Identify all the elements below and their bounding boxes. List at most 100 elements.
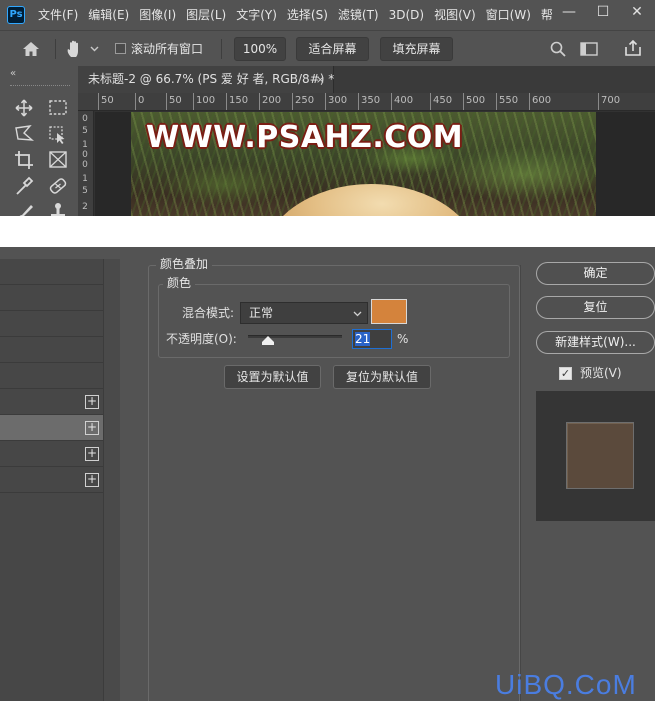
add-style-icon[interactable]: + (85, 447, 99, 461)
marquee-tool-icon[interactable] (44, 96, 72, 120)
options-separator (55, 39, 56, 59)
menu-file[interactable]: 文件(F) (38, 0, 78, 30)
list-item[interactable] (0, 285, 103, 311)
menu-view[interactable]: 视图(V) (434, 0, 476, 30)
options-bar: 滚动所有窗口 100% 适合屏幕 填充屏幕 (0, 30, 655, 66)
ruler-label: 1 (82, 140, 88, 150)
chevron-down-icon[interactable] (90, 46, 99, 52)
share-icon[interactable] (625, 40, 641, 56)
hand-tool-icon[interactable] (65, 39, 85, 59)
zoom-percent-button[interactable]: 100% (234, 37, 286, 61)
menu-type[interactable]: 文字(Y) (236, 0, 277, 30)
brush-tool-icon[interactable] (10, 200, 38, 216)
opacity-value: 21 (355, 332, 371, 346)
menu-items: 文件(F) 编辑(E) 图像(I) 图层(L) 文字(Y) 选择(S) 滤镜(T… (38, 0, 563, 30)
list-item[interactable]: + (0, 467, 103, 493)
add-style-icon[interactable]: + (85, 421, 99, 435)
color-group-title: 颜色 (163, 275, 196, 291)
vertical-ruler: 0 5 1 0 0 1 5 2 (78, 111, 94, 216)
menu-filter[interactable]: 滤镜(T) (338, 0, 379, 30)
set-default-button[interactable]: 设置为默认值 (224, 365, 321, 389)
list-item-selected[interactable]: + (0, 415, 103, 441)
panel-collapse-icon[interactable]: « (10, 68, 16, 79)
opacity-input[interactable]: 21 (352, 329, 392, 349)
ruler-label: 350 (358, 93, 380, 110)
menu-bar: Ps 文件(F) 编辑(E) 图像(I) 图层(L) 文字(Y) 选择(S) 滤… (0, 0, 655, 30)
list-item[interactable] (0, 311, 103, 337)
menu-window[interactable]: 窗口(W) (486, 0, 531, 30)
ruler-label: 450 (430, 93, 452, 110)
style-list: + + + + (0, 259, 103, 701)
fill-screen-button[interactable]: 填充屏幕 (380, 37, 453, 61)
photoshop-logo: Ps (7, 6, 25, 24)
workspace-icon[interactable] (580, 42, 598, 56)
rock-image (261, 184, 481, 216)
menu-select[interactable]: 选择(S) (287, 0, 328, 30)
list-item[interactable] (0, 363, 103, 389)
close-tab-icon[interactable]: × (316, 66, 325, 93)
ok-button[interactable]: 确定 (536, 262, 655, 285)
home-icon[interactable] (22, 41, 40, 57)
ruler-label: 250 (292, 93, 314, 110)
minimize-button[interactable]: — (552, 0, 586, 26)
layer-style-dialog: + + + + 颜色叠加 颜色 混合模式: 正常 不透明度(O): 21 % 设… (0, 247, 655, 701)
eyedropper-tool-icon[interactable] (10, 174, 38, 198)
healing-brush-tool-icon[interactable] (44, 174, 72, 198)
new-style-button[interactable]: 新建样式(W)... (536, 331, 655, 354)
ruler-label: 5 (82, 186, 88, 196)
tab-strip (334, 66, 655, 93)
menu-image[interactable]: 图像(I) (139, 0, 176, 30)
overlay-color-swatch[interactable] (371, 299, 407, 324)
ruler-label: 5 (82, 126, 88, 136)
ruler-label: 100 (193, 93, 215, 110)
frame-tool-icon[interactable] (44, 148, 72, 172)
reset-button[interactable]: 复位 (536, 296, 655, 319)
canvas-text-layer: WWW.PSAHZ.COM (146, 120, 464, 155)
style-list-scrollbar[interactable] (103, 259, 120, 701)
document-tab[interactable]: 未标题-2 @ 66.7% (PS 爱 好 者, RGB/8#) * × (78, 66, 334, 93)
ruler-label: 50 (166, 93, 182, 110)
list-item[interactable] (0, 337, 103, 363)
fit-screen-button[interactable]: 适合屏幕 (296, 37, 369, 61)
add-style-icon[interactable]: + (85, 395, 99, 409)
crop-tool-icon[interactable] (10, 148, 38, 172)
scroll-all-windows-label: 滚动所有窗口 (131, 42, 204, 56)
ruler-label: 550 (496, 93, 518, 110)
add-style-icon[interactable]: + (85, 473, 99, 487)
opacity-slider-thumb[interactable] (261, 336, 274, 346)
ruler-label: 0 (82, 114, 88, 124)
object-selection-tool-icon[interactable] (44, 122, 72, 146)
move-tool-icon[interactable] (10, 96, 38, 120)
menu-edit[interactable]: 编辑(E) (88, 0, 129, 30)
list-item[interactable] (0, 259, 103, 285)
tools-panel: « (0, 66, 78, 216)
lasso-tool-icon[interactable] (10, 122, 38, 146)
list-item[interactable]: + (0, 441, 103, 467)
ruler-label: 0 (82, 160, 88, 170)
canvas-image[interactable]: WWW.PSAHZ.COM (131, 112, 596, 216)
list-item[interactable]: + (0, 389, 103, 415)
opacity-unit: % (397, 332, 409, 346)
site-watermark: UiBQ.CoM (495, 669, 637, 700)
close-button[interactable]: ✕ (620, 0, 654, 26)
search-icon[interactable] (550, 41, 566, 57)
clone-stamp-tool-icon[interactable] (44, 200, 72, 216)
menu-3d[interactable]: 3D(D) (389, 0, 424, 30)
ruler-label: 2 (82, 202, 88, 212)
ruler-label: 50 (98, 93, 114, 110)
chevron-down-icon (353, 311, 362, 317)
preview-label: 预览(V) (580, 366, 622, 380)
preview-checkbox[interactable]: ✓ (559, 367, 572, 380)
blend-mode-value: 正常 (249, 306, 274, 320)
ruler-label: 0 (135, 93, 144, 110)
ruler-label: 300 (325, 93, 347, 110)
blend-mode-select[interactable]: 正常 (240, 302, 368, 324)
panel-grip[interactable] (10, 85, 70, 87)
menu-layer[interactable]: 图层(L) (186, 0, 226, 30)
maximize-button[interactable]: ☐ (586, 0, 620, 26)
ruler-label: 200 (259, 93, 281, 110)
horizontal-ruler: 50 0 50 100 150 200 250 300 350 400 450 … (78, 93, 655, 111)
scroll-all-windows-checkbox[interactable] (115, 43, 126, 54)
ruler-label: 150 (226, 93, 248, 110)
reset-default-button[interactable]: 复位为默认值 (333, 365, 431, 389)
